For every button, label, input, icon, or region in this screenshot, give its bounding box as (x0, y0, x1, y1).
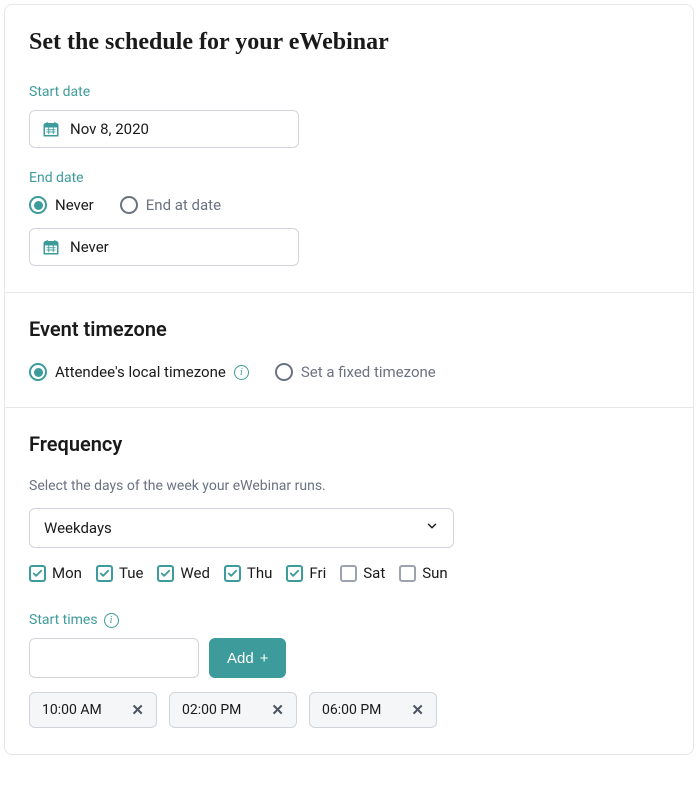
close-icon[interactable]: ✕ (411, 701, 424, 719)
chip-value: 06:00 PM (322, 702, 381, 718)
frequency-preset-value: Weekdays (44, 519, 112, 537)
timezone-section: Event timezone Attendee's local timezone… (5, 292, 693, 407)
day-thu[interactable]: Thu (224, 564, 272, 582)
day-label: Mon (52, 564, 82, 582)
timezone-attendee-radio[interactable]: Attendee's local timezone i (29, 363, 249, 381)
radio-selected-icon (29, 363, 47, 381)
start-times-label: Start times i (29, 612, 669, 628)
checkbox-checked-icon (157, 565, 174, 582)
checkbox-unchecked-icon (340, 565, 357, 582)
day-mon[interactable]: Mon (29, 564, 82, 582)
timezone-heading: Event timezone (29, 317, 669, 341)
start-date-input[interactable]: Nov 8, 2020 (29, 110, 299, 148)
timezone-attendee-label: Attendee's local timezone (55, 363, 226, 381)
end-date-label: End date (29, 170, 669, 186)
radio-unselected-icon (120, 196, 138, 214)
add-label: Add (227, 650, 254, 667)
frequency-hint: Select the days of the week your eWebina… (29, 478, 669, 494)
frequency-heading: Frequency (29, 432, 669, 456)
calendar-icon (42, 238, 60, 256)
close-icon[interactable]: ✕ (271, 701, 284, 719)
day-label: Thu (247, 564, 272, 582)
timezone-fixed-radio[interactable]: Set a fixed timezone (275, 363, 436, 381)
end-date-radio-group: Never End at date (29, 196, 669, 214)
day-label: Sun (422, 564, 447, 582)
start-date-value: Nov 8, 2020 (70, 120, 149, 138)
checkbox-checked-icon (29, 565, 46, 582)
day-tue[interactable]: Tue (96, 564, 143, 582)
day-label: Sat (363, 564, 385, 582)
page-title: Set the schedule for your eWebinar (29, 29, 669, 56)
end-date-never-radio[interactable]: Never (29, 196, 94, 214)
time-chips: 10:00 AM ✕ 02:00 PM ✕ 06:00 PM ✕ (29, 692, 669, 728)
end-date-endat-label: End at date (146, 196, 221, 214)
timezone-radio-group: Attendee's local timezone i Set a fixed … (29, 363, 669, 381)
calendar-icon (42, 120, 60, 138)
chip-value: 02:00 PM (182, 702, 241, 718)
day-label: Wed (180, 564, 210, 582)
add-time-button[interactable]: Add + (209, 638, 286, 678)
end-date-input[interactable]: Never (29, 228, 299, 266)
days-row: Mon Tue Wed Thu Fri Sat (29, 564, 669, 582)
checkbox-checked-icon (96, 565, 113, 582)
end-date-endat-radio[interactable]: End at date (120, 196, 221, 214)
chevron-down-icon (425, 519, 439, 537)
frequency-preset-select[interactable]: Weekdays (29, 508, 454, 548)
timezone-fixed-label: Set a fixed timezone (301, 363, 436, 381)
info-icon[interactable]: i (234, 365, 249, 380)
time-chip: 02:00 PM ✕ (169, 692, 297, 728)
end-date-value: Never (70, 238, 109, 256)
dates-section: Set the schedule for your eWebinar Start… (5, 5, 693, 292)
day-sun[interactable]: Sun (399, 564, 447, 582)
time-chip: 06:00 PM ✕ (309, 692, 437, 728)
chip-value: 10:00 AM (42, 702, 102, 718)
checkbox-checked-icon (286, 565, 303, 582)
checkbox-checked-icon (224, 565, 241, 582)
plus-icon: + (260, 650, 269, 667)
end-date-never-label: Never (55, 196, 94, 214)
start-date-label: Start date (29, 84, 669, 100)
day-label: Fri (309, 564, 326, 582)
close-icon[interactable]: ✕ (131, 701, 144, 719)
day-sat[interactable]: Sat (340, 564, 385, 582)
checkbox-unchecked-icon (399, 565, 416, 582)
day-label: Tue (119, 564, 143, 582)
time-chip: 10:00 AM ✕ (29, 692, 157, 728)
info-icon[interactable]: i (104, 613, 119, 628)
frequency-section: Frequency Select the days of the week yo… (5, 407, 693, 754)
day-fri[interactable]: Fri (286, 564, 326, 582)
start-time-input[interactable] (29, 638, 199, 678)
day-wed[interactable]: Wed (157, 564, 210, 582)
radio-selected-icon (29, 196, 47, 214)
radio-unselected-icon (275, 363, 293, 381)
start-times-row: Add + (29, 638, 669, 678)
schedule-card: Set the schedule for your eWebinar Start… (4, 4, 694, 755)
